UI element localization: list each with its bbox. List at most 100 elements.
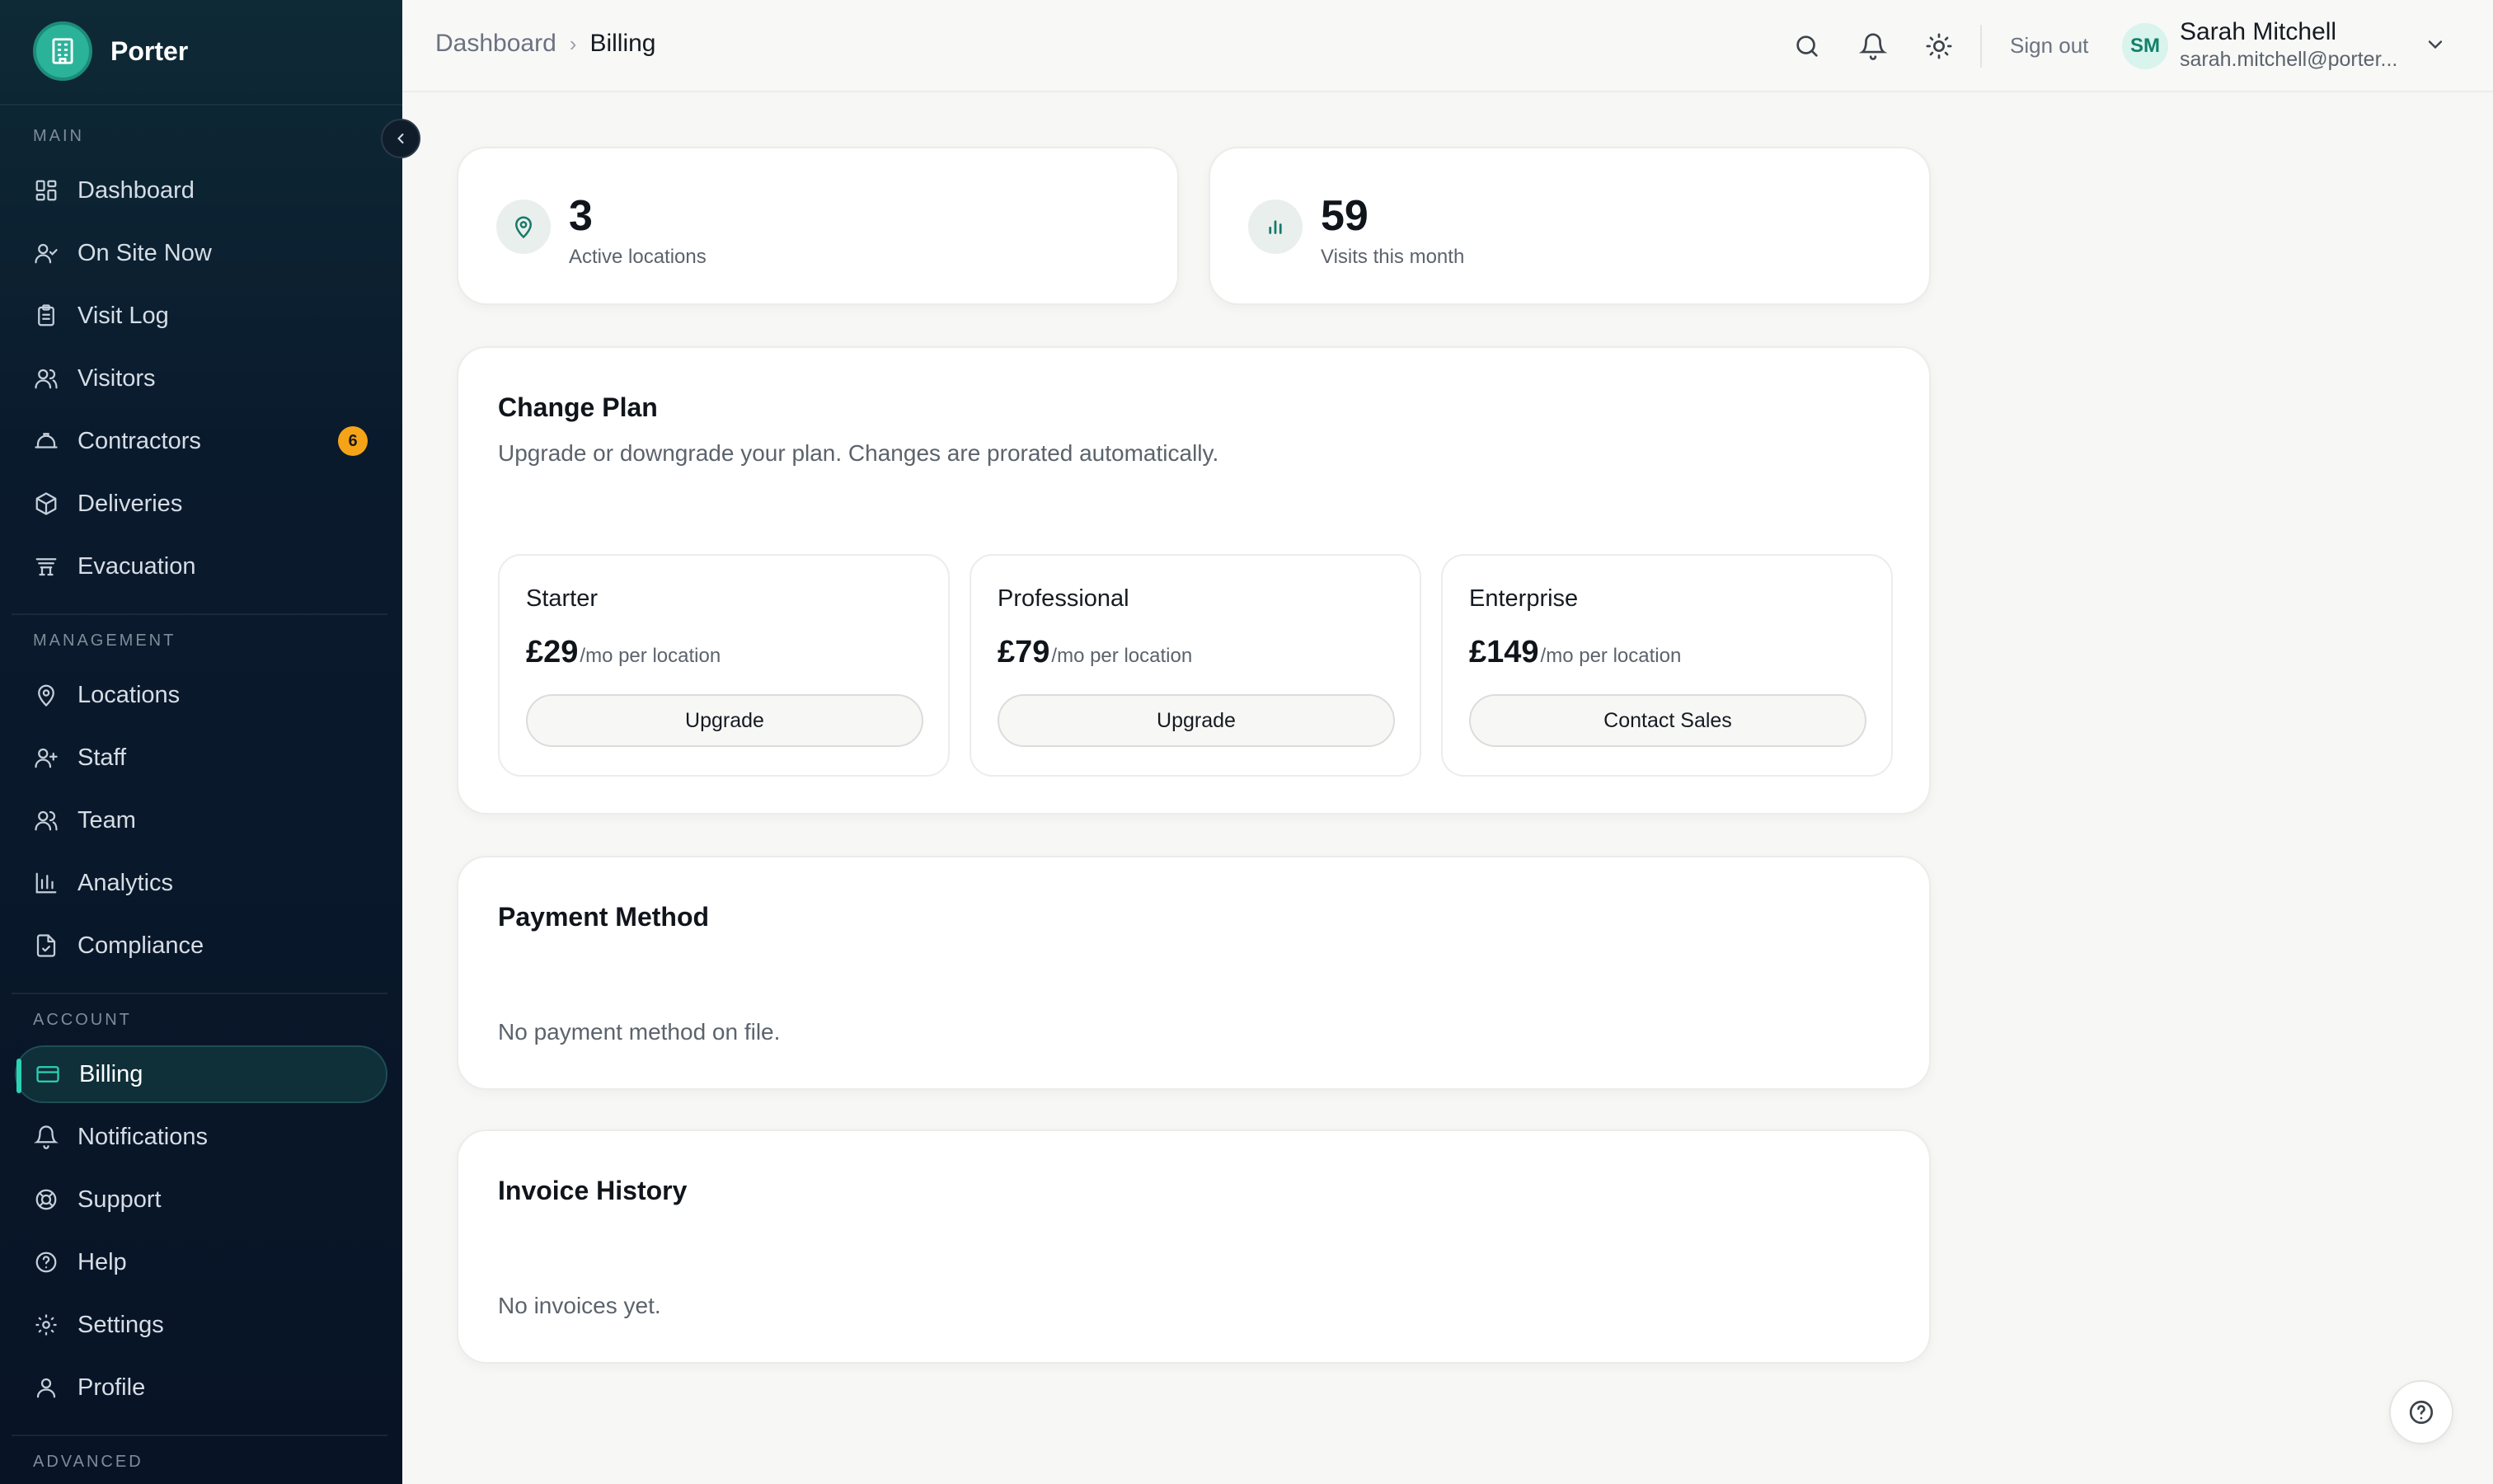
sidebar-item-label: Visit Log	[77, 302, 169, 329]
sidebar-item-dashboard[interactable]: Dashboard	[15, 162, 387, 219]
plan-card-starter: Starter £29 /mo per location Upgrade	[498, 554, 950, 777]
plan-price: £29 /mo per location	[526, 635, 721, 670]
sidebar-item-locations[interactable]: Locations	[15, 666, 387, 724]
card-title: Invoice History	[498, 1176, 688, 1205]
sidebar-item-analytics[interactable]: Analytics	[15, 854, 387, 912]
plan-amount: £79	[998, 635, 1050, 669]
count-badge: 6	[338, 426, 368, 456]
section-divider	[12, 613, 387, 615]
sidebar-item-on-site-now[interactable]: On Site Now	[15, 224, 387, 282]
stat-value: 59	[1321, 192, 1369, 240]
sidebar-item-staff[interactable]: Staff	[15, 729, 387, 787]
chevron-left-icon	[397, 134, 404, 143]
plan-amount: £149	[1469, 635, 1539, 669]
section-label-account: Account	[33, 1011, 132, 1029]
help-circle-icon	[33, 1249, 59, 1275]
contact-sales-button[interactable]: Contact Sales	[1469, 694, 1866, 747]
building-icon	[33, 21, 92, 81]
users-icon	[33, 365, 59, 392]
brand-name: Porter	[110, 35, 189, 66]
plan-amount: £29	[526, 635, 579, 669]
plan-unit: /mo per location	[580, 645, 721, 667]
section-divider	[12, 993, 387, 994]
sidebar: Porter Main Dashboard On Site Now Visit …	[0, 0, 402, 1484]
brand[interactable]: Porter	[33, 21, 188, 81]
plan-name: Starter	[526, 585, 599, 612]
sidebar-item-label: Notifications	[77, 1123, 208, 1150]
plan-name: Enterprise	[1469, 585, 1579, 612]
map-pin-icon	[496, 200, 551, 254]
sidebar-item-contractors[interactable]: Contractors 6	[15, 412, 387, 470]
sidebar-item-billing[interactable]: Billing	[15, 1045, 387, 1103]
breadcrumb-dashboard[interactable]: Dashboard	[435, 30, 556, 58]
plan-unit: /mo per location	[1540, 645, 1682, 667]
upgrade-starter-button[interactable]: Upgrade	[526, 694, 923, 747]
sidebar-item-compliance[interactable]: Compliance	[15, 917, 387, 974]
user-name: Sarah Mitchell	[2180, 18, 2337, 45]
user-icon	[33, 1374, 59, 1401]
sidebar-item-label: Contractors	[77, 427, 201, 454]
dashboard-icon	[33, 177, 59, 204]
brand-divider	[0, 104, 402, 106]
sidebar-item-support[interactable]: Support	[15, 1171, 387, 1228]
avatar[interactable]: SM	[2122, 23, 2168, 69]
plan-card-enterprise: Enterprise £149 /mo per location Contact…	[1441, 554, 1893, 777]
top-header: Dashboard › Billing Sign out SM Sarah Mi…	[402, 0, 2493, 92]
sidebar-item-profile[interactable]: Profile	[15, 1359, 387, 1416]
header-divider	[1980, 25, 1982, 68]
change-plan-card: Change Plan Upgrade or downgrade your pl…	[457, 346, 1931, 815]
collapse-sidebar-button[interactable]	[381, 119, 420, 158]
empty-state-text: No invoices yet.	[498, 1293, 661, 1318]
sidebar-item-deliveries[interactable]: Deliveries	[15, 475, 387, 533]
invoice-history-card: Invoice History No invoices yet.	[457, 1129, 1931, 1364]
sidebar-item-label: Settings	[77, 1311, 164, 1338]
breadcrumb-billing: Billing	[589, 30, 656, 57]
help-circle-icon	[2409, 1400, 2434, 1425]
plan-card-professional: Professional £79 /mo per location Upgrad…	[970, 554, 1421, 777]
life-buoy-icon	[33, 1186, 59, 1213]
sidebar-item-label: Deliveries	[77, 490, 183, 517]
sidebar-item-label: Help	[77, 1248, 127, 1275]
stat-value: 3	[569, 192, 593, 240]
stat-label: Active locations	[569, 246, 707, 268]
sidebar-item-label: Analytics	[77, 869, 174, 896]
bar-chart-icon	[1248, 200, 1303, 254]
bell-icon[interactable]	[1857, 30, 1890, 63]
plan-name: Professional	[998, 585, 1129, 612]
sign-out-button[interactable]: Sign out	[2010, 33, 2088, 59]
help-fab-button[interactable]	[2389, 1380, 2453, 1444]
credit-card-icon	[35, 1061, 61, 1087]
search-icon[interactable]	[1791, 30, 1824, 63]
user-plus-icon	[33, 744, 59, 771]
card-title: Payment Method	[498, 902, 710, 932]
map-pin-icon	[33, 682, 59, 708]
sidebar-item-label: Evacuation	[77, 552, 196, 580]
stat-card-locations: 3 Active locations	[457, 147, 1179, 305]
sun-icon[interactable]	[1923, 30, 1955, 63]
sidebar-item-help[interactable]: Help	[15, 1233, 387, 1291]
sidebar-item-visitors[interactable]: Visitors	[15, 350, 387, 407]
chevron-down-icon[interactable]	[2424, 33, 2450, 59]
section-label-main: Main	[33, 127, 84, 145]
stat-label: Visits this month	[1321, 246, 1465, 268]
section-divider	[12, 1435, 387, 1436]
chevron-right-icon: ›	[569, 31, 577, 56]
upgrade-professional-button[interactable]: Upgrade	[998, 694, 1395, 747]
sidebar-item-label: Support	[77, 1186, 162, 1213]
package-icon	[33, 491, 59, 517]
empty-state-text: No payment method on file.	[498, 1019, 781, 1045]
section-label-advanced: Advanced	[33, 1453, 143, 1471]
user-check-icon	[33, 240, 59, 266]
sidebar-item-settings[interactable]: Settings	[15, 1296, 387, 1354]
sidebar-item-evacuation[interactable]: Evacuation	[15, 538, 387, 595]
gear-icon	[33, 1312, 59, 1338]
sidebar-item-visit-log[interactable]: Visit Log	[15, 287, 387, 345]
sidebar-item-notifications[interactable]: Notifications	[15, 1108, 387, 1166]
sidebar-item-label: On Site Now	[77, 239, 212, 266]
sidebar-item-label: Locations	[77, 681, 181, 708]
plan-price: £149 /mo per location	[1469, 635, 1681, 670]
plan-price: £79 /mo per location	[998, 635, 1192, 670]
sidebar-item-label: Staff	[77, 744, 127, 771]
sidebar-item-team[interactable]: Team	[15, 791, 387, 849]
alarm-icon	[33, 553, 59, 580]
